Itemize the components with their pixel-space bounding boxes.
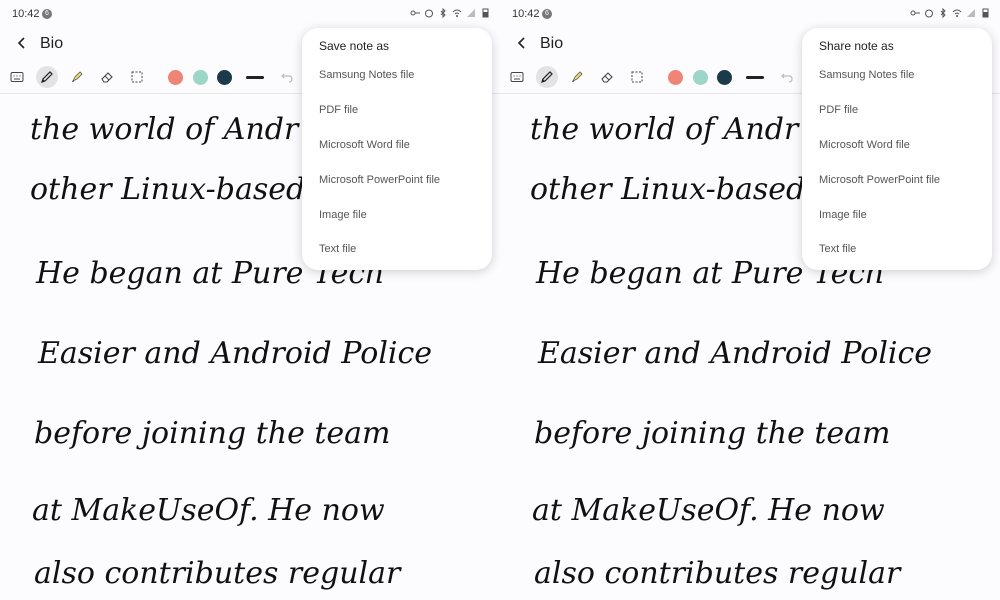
- handwriting-line: other Linux-based: [30, 172, 305, 207]
- notification-badge: 6: [542, 9, 552, 19]
- status-icons: [410, 8, 490, 18]
- highlighter-icon: [572, 71, 583, 82]
- pen-icon: [541, 71, 553, 83]
- handwriting-line: the world of Andr: [30, 112, 300, 147]
- menu-title: Save note as: [319, 39, 390, 53]
- handwriting-line: the world of Andr: [530, 112, 800, 147]
- back-arrow-icon: [17, 37, 25, 49]
- color-swatch-navy[interactable]: [217, 70, 232, 85]
- save-note-as-menu: Save note as Samsung Notes file PDF file…: [302, 28, 492, 270]
- keyboard-button[interactable]: [506, 66, 528, 88]
- key-icon: [910, 10, 920, 16]
- undo-icon: [281, 73, 293, 83]
- keyboard-button[interactable]: [6, 66, 28, 88]
- handwriting-line: also contributes regular: [534, 556, 902, 591]
- menu-title: Share note as: [819, 39, 894, 53]
- menu-item-word-file[interactable]: Microsoft Word file: [802, 131, 992, 159]
- wifi-icon: [452, 9, 462, 17]
- stroke-width-selector[interactable]: [746, 76, 764, 79]
- back-button[interactable]: [10, 31, 34, 55]
- wifi-icon: [952, 9, 962, 17]
- menu-item-text-file[interactable]: Text file: [302, 235, 492, 263]
- status-bar: 10:42 6: [0, 0, 500, 28]
- undo-button[interactable]: [276, 66, 298, 88]
- status-time: 10:42: [12, 8, 40, 20]
- status-bar: 10:42 6: [500, 0, 1000, 28]
- key-icon: [410, 10, 420, 16]
- back-button[interactable]: [510, 31, 534, 55]
- highlighter-tool-button[interactable]: [566, 66, 588, 88]
- notification-badge: 6: [42, 9, 52, 19]
- menu-item-word-file[interactable]: Microsoft Word file: [302, 131, 492, 159]
- color-swatch-coral[interactable]: [668, 70, 683, 85]
- highlighter-icon: [72, 71, 83, 82]
- undo-icon: [781, 73, 793, 83]
- menu-item-samsung-notes-file[interactable]: Samsung Notes file: [802, 61, 992, 89]
- share-note-panel: 10:42 6 Bio the world of Andr other Linu…: [500, 0, 1000, 600]
- menu-item-samsung-notes-file[interactable]: Samsung Notes file: [302, 61, 492, 89]
- color-swatch-mint[interactable]: [193, 70, 208, 85]
- share-note-as-menu: Share note as Samsung Notes file PDF fil…: [802, 28, 992, 270]
- eraser-icon: [101, 72, 113, 83]
- signal-icon: [467, 9, 475, 17]
- handwriting-line: also contributes regular: [34, 556, 402, 591]
- pen-tool-button[interactable]: [536, 66, 558, 88]
- status-icons: [910, 8, 990, 18]
- menu-item-powerpoint-file[interactable]: Microsoft PowerPoint file: [802, 166, 992, 194]
- menu-item-image-file[interactable]: Image file: [302, 201, 492, 229]
- menu-item-powerpoint-file[interactable]: Microsoft PowerPoint file: [302, 166, 492, 194]
- undo-button[interactable]: [776, 66, 798, 88]
- bluetooth-icon: [940, 8, 946, 18]
- keyboard-icon: [10, 72, 24, 82]
- lasso-select-icon: [631, 71, 643, 83]
- eraser-tool-button[interactable]: [596, 66, 618, 88]
- battery-icon: [482, 8, 489, 18]
- menu-item-pdf-file[interactable]: PDF file: [802, 96, 992, 124]
- save-note-panel: 10:42 6 Bio the world of Andr other Linu…: [0, 0, 500, 600]
- lasso-select-icon: [131, 71, 143, 83]
- handwriting-line: before joining the team: [34, 416, 391, 451]
- signal-icon: [967, 9, 975, 17]
- pen-tool-button[interactable]: [36, 66, 58, 88]
- handwriting-line: Easier and Android Police: [37, 336, 432, 371]
- note-title: Bio: [40, 35, 64, 52]
- back-arrow-icon: [517, 37, 525, 49]
- menu-item-pdf-file[interactable]: PDF file: [302, 96, 492, 124]
- color-swatch-navy[interactable]: [717, 70, 732, 85]
- bluetooth-icon: [440, 8, 446, 18]
- pen-icon: [41, 71, 53, 83]
- status-time: 10:42: [512, 8, 540, 20]
- handwriting-line: Easier and Android Police: [537, 336, 932, 371]
- handwriting-line: other Linux-based: [530, 172, 805, 207]
- menu-item-image-file[interactable]: Image file: [802, 201, 992, 229]
- lasso-select-button[interactable]: [126, 66, 148, 88]
- battery-icon: [982, 8, 989, 18]
- note-title: Bio: [540, 35, 564, 52]
- menu-item-text-file[interactable]: Text file: [802, 235, 992, 263]
- lasso-select-button[interactable]: [626, 66, 648, 88]
- alarm-icon: [925, 9, 933, 18]
- color-swatch-coral[interactable]: [168, 70, 183, 85]
- handwriting-line: at MakeUseOf. He now: [32, 493, 385, 528]
- stroke-width-selector[interactable]: [246, 76, 264, 79]
- eraser-icon: [601, 72, 613, 83]
- highlighter-tool-button[interactable]: [66, 66, 88, 88]
- alarm-icon: [425, 9, 433, 18]
- handwriting-line: at MakeUseOf. He now: [532, 493, 885, 528]
- keyboard-icon: [510, 72, 524, 82]
- color-swatch-mint[interactable]: [693, 70, 708, 85]
- handwriting-line: before joining the team: [534, 416, 891, 451]
- eraser-tool-button[interactable]: [96, 66, 118, 88]
